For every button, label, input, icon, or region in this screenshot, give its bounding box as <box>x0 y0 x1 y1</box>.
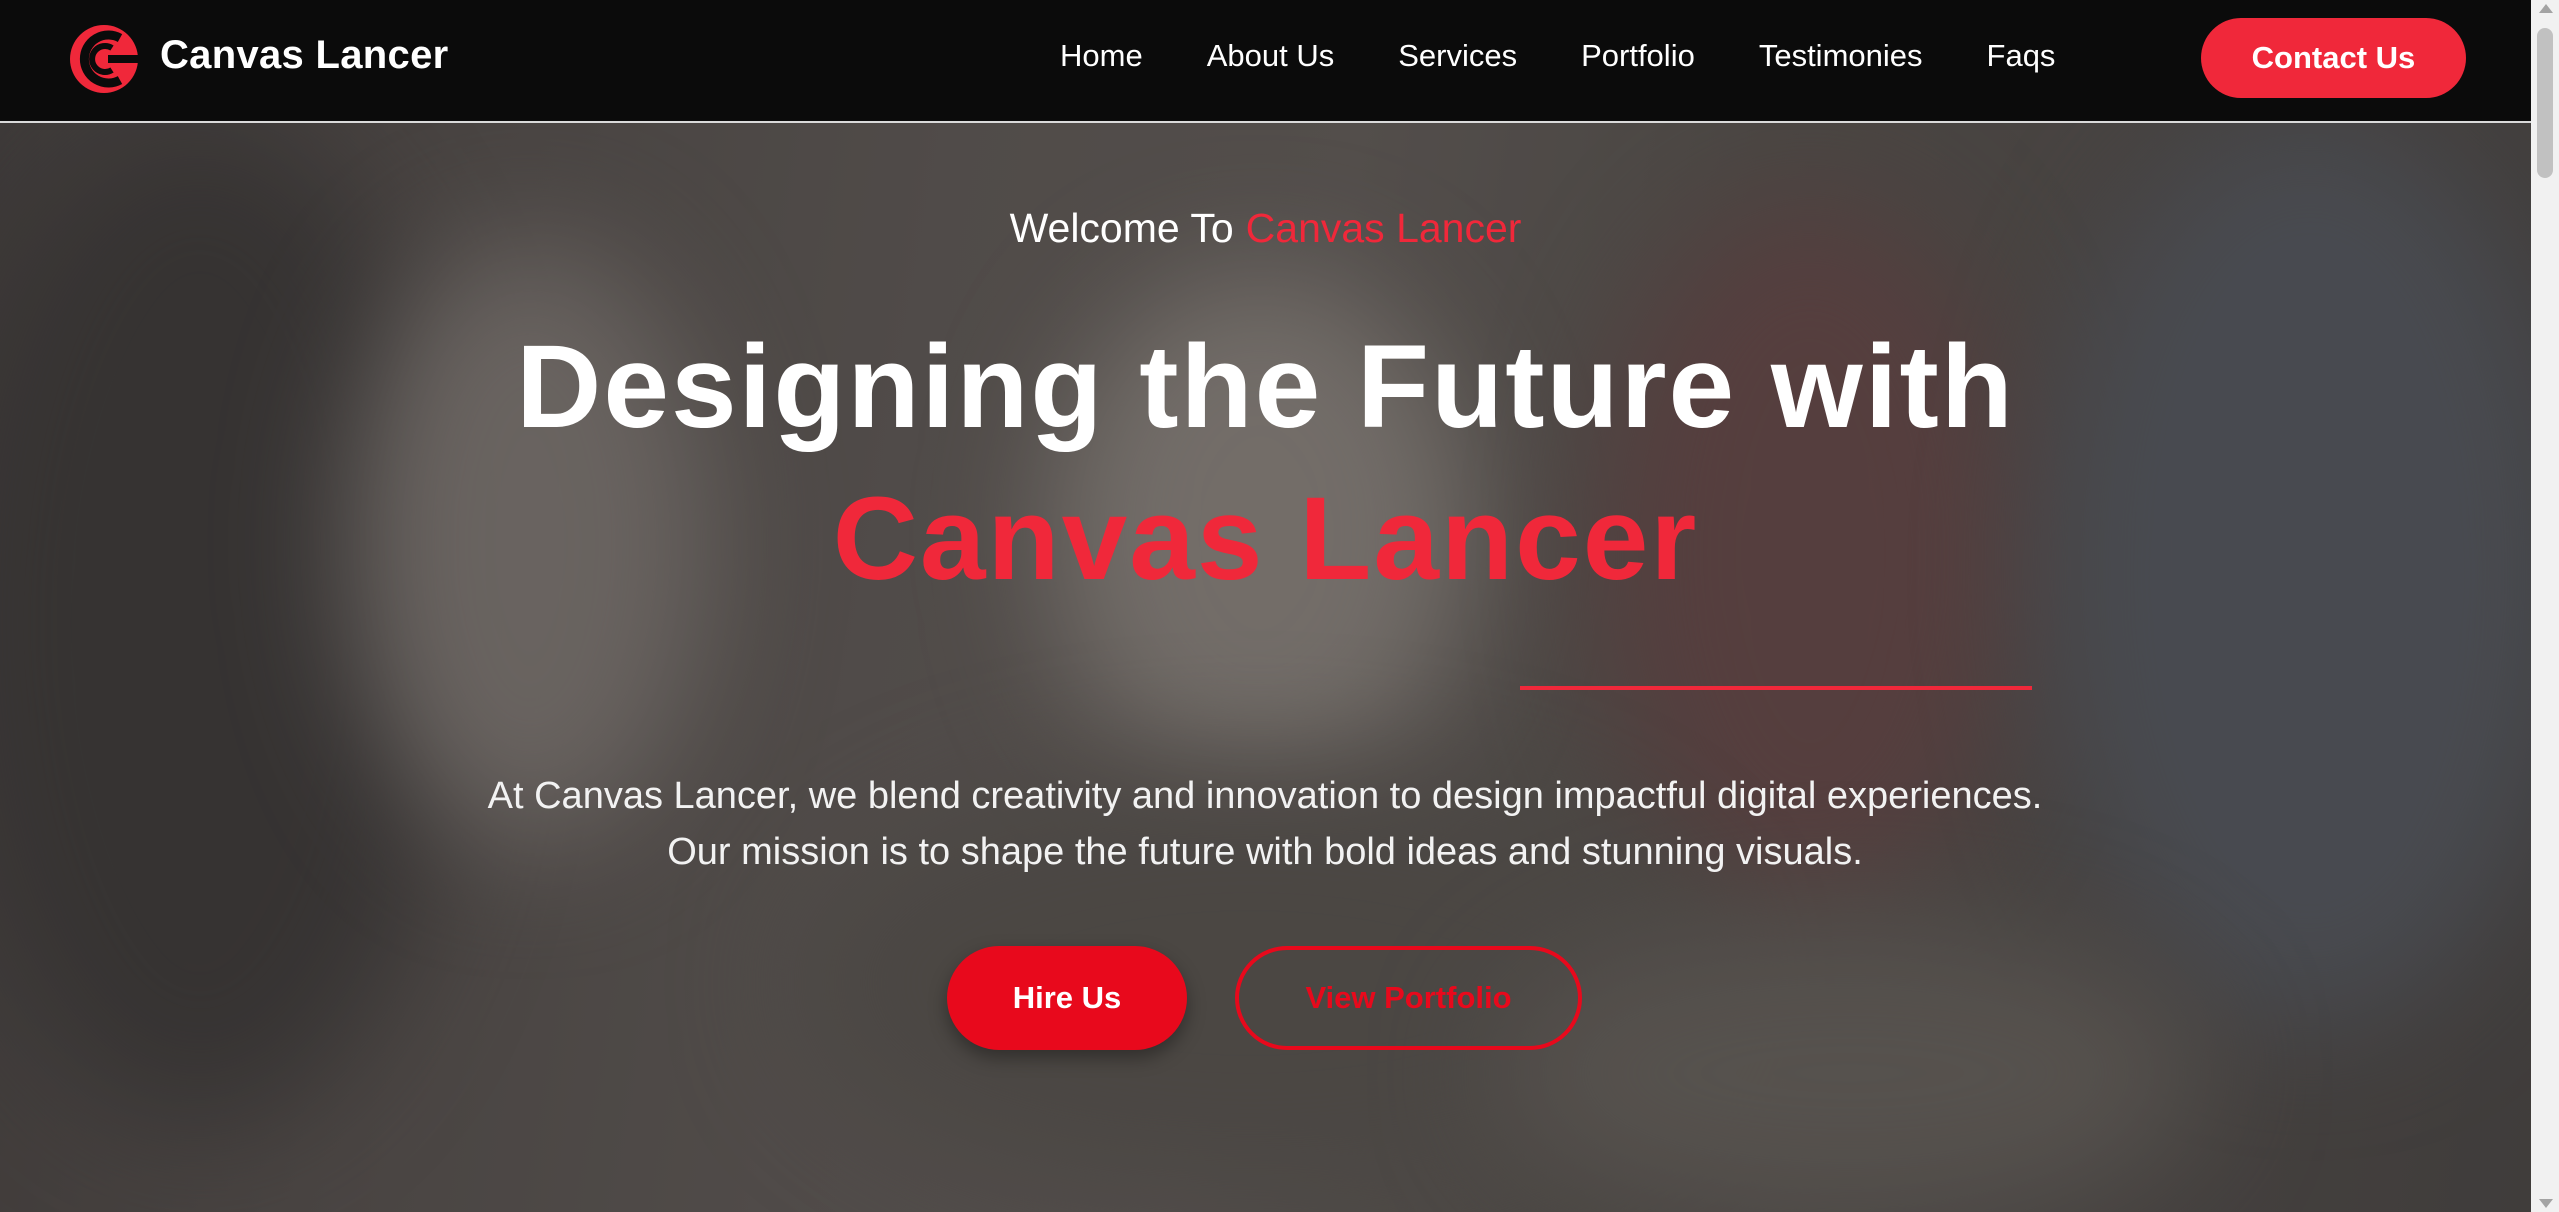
nav-link-faqs[interactable]: Faqs <box>1987 38 2056 74</box>
hire-us-button[interactable]: Hire Us <box>947 946 1187 1050</box>
hero-headline-brand: Canvas Lancer <box>832 473 1699 605</box>
nav-link-testimonies[interactable]: Testimonies <box>1759 38 1923 74</box>
nav-link-about-us[interactable]: About Us <box>1207 38 1335 74</box>
hero-section: Welcome To Canvas Lancer Designing the Fu… <box>0 123 2531 1212</box>
scroll-up-arrow-icon[interactable] <box>2539 4 2553 13</box>
nav-link-portfolio[interactable]: Portfolio <box>1581 38 1695 74</box>
welcome-brand: Canvas Lancer <box>1245 205 1522 251</box>
hero-headline: Designing the Future with <box>516 321 2015 453</box>
nav-links: Home About Us Services Portfolio Testimo… <box>1060 38 2119 74</box>
nav-link-home[interactable]: Home <box>1060 38 1143 74</box>
contact-us-button[interactable]: Contact Us <box>2201 18 2466 98</box>
view-portfolio-button[interactable]: View Portfolio <box>1235 946 1582 1050</box>
vertical-scrollbar[interactable] <box>2531 0 2559 1212</box>
hero-content: Welcome To Canvas Lancer Designing the Fu… <box>0 123 2531 1212</box>
accent-divider <box>1520 686 2032 690</box>
welcome-text: Welcome To Canvas Lancer <box>0 205 2531 252</box>
page: Canvas Lancer Home About Us Services Por… <box>0 0 2559 1212</box>
canvas-lancer-logo-icon[interactable] <box>68 16 140 102</box>
scroll-down-arrow-icon[interactable] <box>2539 1199 2553 1208</box>
brand-name[interactable]: Canvas Lancer <box>160 33 449 78</box>
welcome-prefix: Welcome To <box>1009 205 1234 251</box>
nav-link-services[interactable]: Services <box>1398 38 1517 74</box>
scrollbar-thumb[interactable] <box>2537 28 2553 178</box>
navbar: Canvas Lancer Home About Us Services Por… <box>0 0 2531 123</box>
hero-description: At Canvas Lancer, we blend creativity an… <box>487 775 2043 873</box>
